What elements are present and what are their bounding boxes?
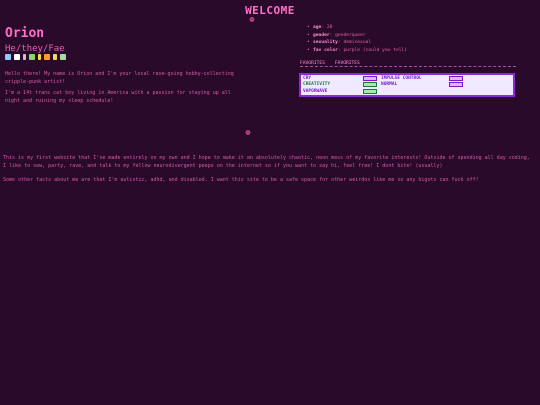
fact-item: fav color: purple (could you tell) xyxy=(307,47,407,55)
facts-list: age: 20 gender: genderqueer sexuality: d… xyxy=(305,24,407,54)
frame-badge-icon xyxy=(60,54,66,60)
flower-divider-icon: ❁ xyxy=(249,15,255,25)
stats-panel: CRY IMPULSE CONTROL CREATIVITY NORMAL VA… xyxy=(299,73,515,97)
stat-bar-2 xyxy=(449,76,463,82)
stat-bar xyxy=(363,88,377,94)
stat-level: NORMAL xyxy=(381,82,398,88)
fire-badge-icon xyxy=(44,54,50,60)
favorites-divider xyxy=(300,66,516,69)
stat-name: CRY xyxy=(303,76,312,82)
star-badge-icon xyxy=(5,54,11,60)
flower-divider-icon-2: ❁ xyxy=(245,128,251,138)
stat-name: CREATIVITY xyxy=(303,82,331,88)
profile-name: Orion xyxy=(5,26,45,41)
stat-row: CREATIVITY NORMAL xyxy=(303,82,511,88)
fact-item: gender: genderqueer xyxy=(307,32,407,40)
stat-bar-2 xyxy=(449,82,463,88)
stat-name: VAPORWAVE xyxy=(303,88,328,94)
about-paragraph: This is my first website that I've made … xyxy=(3,155,530,169)
sparkle-badge-icon xyxy=(14,54,20,60)
fact-item: sexuality: demisexual xyxy=(307,39,407,47)
stat-level: IMPULSE CONTROL xyxy=(381,76,422,82)
intro-paragraph-2: I'm a 14t trans cat boy living in Americ… xyxy=(5,90,231,104)
about-paragraph-2: Some other facts about me are that I'm a… xyxy=(3,177,479,183)
stat-row: CRY IMPULSE CONTROL xyxy=(303,76,511,82)
stat-bar xyxy=(363,76,377,82)
leaf-badge-icon xyxy=(29,54,35,60)
stat-row: VAPORWAVE xyxy=(303,88,511,94)
intro-paragraph: Hello there! My name is Orion and I'm yo… xyxy=(5,71,234,85)
dot-badge-icon xyxy=(53,54,57,60)
fact-item: age: 20 xyxy=(307,24,407,32)
feather-badge-icon xyxy=(23,54,26,60)
profile-pronouns: He/they/Fae xyxy=(5,44,65,54)
stat-bar xyxy=(363,82,377,88)
flower-badge-icon xyxy=(38,54,41,60)
badge-row xyxy=(5,54,66,60)
